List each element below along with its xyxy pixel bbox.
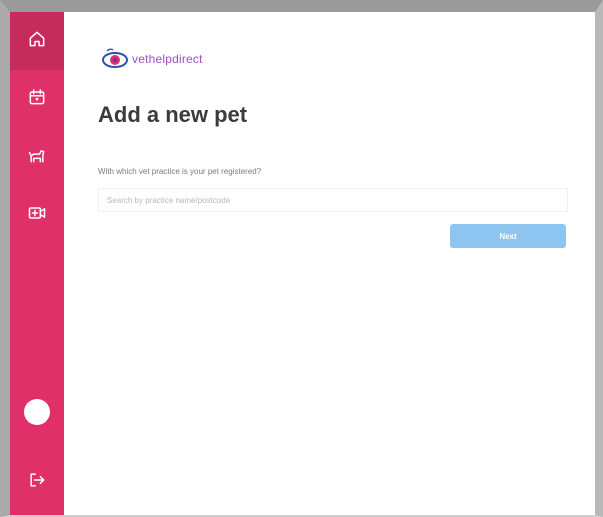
practice-search-input[interactable] — [98, 188, 568, 212]
logout-button[interactable] — [10, 453, 64, 511]
page-title: Add a new pet — [98, 102, 248, 127]
nav-home[interactable] — [10, 12, 64, 70]
next-button[interactable]: Next — [450, 224, 566, 248]
logout-icon — [27, 470, 47, 495]
eye-logo-icon — [100, 46, 130, 72]
pet-icon — [27, 145, 47, 170]
brand-logo[interactable]: vethelpdirect — [100, 46, 203, 72]
calendar-icon — [27, 87, 47, 112]
main-content: vethelpdirect Add a new pet With which v… — [64, 12, 595, 515]
home-icon — [27, 29, 47, 54]
video-call-icon — [27, 203, 47, 228]
sidebar — [10, 12, 64, 515]
practice-question: With which vet practice is your pet regi… — [98, 167, 262, 176]
nav-pets[interactable] — [10, 128, 64, 186]
user-avatar[interactable] — [24, 399, 50, 425]
nav-appointments[interactable] — [10, 70, 64, 128]
brand-name: vethelpdirect — [132, 52, 203, 66]
nav-video-consult[interactable] — [10, 186, 64, 244]
